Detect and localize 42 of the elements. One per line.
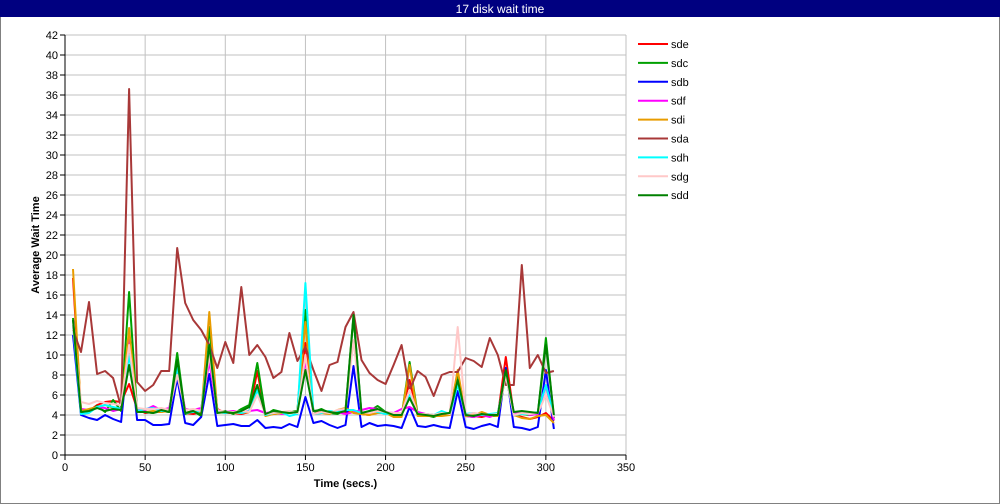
- tick-label: 4: [52, 410, 58, 422]
- window-title: 17 disk wait time: [0, 0, 1000, 17]
- legend-label: sdh: [671, 152, 689, 164]
- tick-label: 2: [52, 430, 58, 442]
- tick-label: 0: [52, 450, 58, 462]
- tick-label: 26: [46, 190, 58, 202]
- x-axis-title: Time (secs.): [314, 478, 378, 490]
- tick-label: 40: [46, 50, 58, 62]
- tick-label: 38: [46, 70, 58, 82]
- tick-label: 24: [46, 210, 58, 222]
- legend-label: sdg: [671, 171, 689, 184]
- tick-label: 8: [52, 370, 58, 382]
- tick-label: 150: [296, 462, 315, 474]
- tick-label: 200: [376, 462, 395, 474]
- legend-label: sda: [671, 134, 689, 146]
- tick-label: 20: [46, 250, 58, 262]
- tick-label: 0: [62, 462, 68, 474]
- legend-label: sde: [671, 39, 689, 51]
- tick-label: 18: [46, 270, 58, 282]
- tick-label: 30: [46, 150, 58, 162]
- tick-label: 34: [46, 110, 58, 122]
- y-axis-title: Average Wait Time: [30, 196, 42, 294]
- tick-label: 36: [46, 90, 58, 102]
- tick-label: 28: [46, 170, 58, 182]
- tick-label: 250: [456, 462, 475, 474]
- tick-label: 6: [52, 390, 58, 402]
- tick-label: 350: [616, 462, 636, 474]
- tick-label: 100: [216, 462, 234, 474]
- tick-label: 10: [46, 350, 58, 362]
- legend-label: sdb: [671, 76, 689, 89]
- tick-label: 42: [46, 30, 58, 42]
- legend-label: sdf: [671, 96, 686, 108]
- tick-label: 50: [139, 462, 152, 474]
- legend-label: sdd: [671, 190, 689, 202]
- tick-label: 300: [536, 462, 556, 474]
- tick-label: 12: [46, 330, 58, 342]
- tick-label: 32: [46, 130, 58, 142]
- tick-label: 16: [46, 290, 58, 302]
- legend-label: sdi: [671, 114, 686, 127]
- tick-label: 14: [46, 310, 58, 322]
- legend-label: sdc: [671, 58, 688, 70]
- tick-label: 22: [46, 230, 58, 242]
